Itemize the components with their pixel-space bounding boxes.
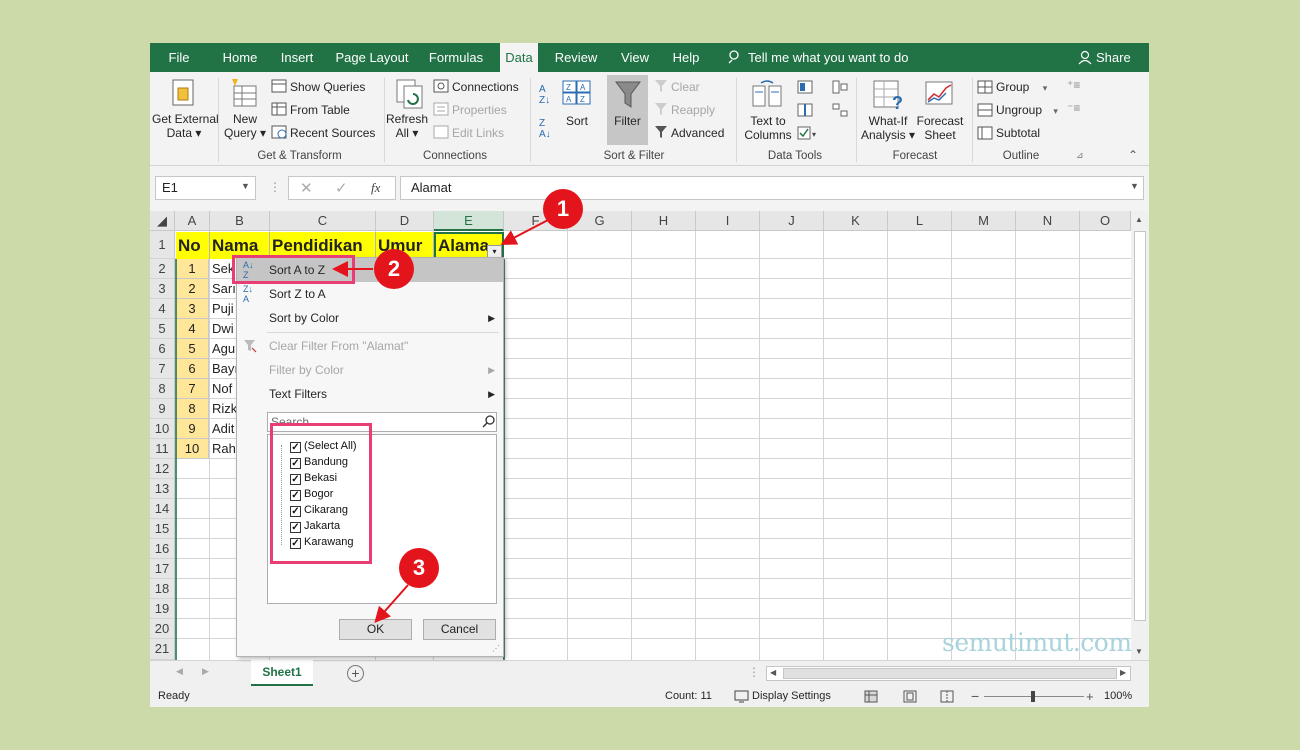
callout-badge-1: 1 [543,189,583,229]
arrow-1 [500,219,549,245]
arrow-3 [374,584,409,623]
callout-badge-3: 3 [399,548,439,588]
watermark: semutimut.com [942,628,1132,657]
callout-badge-2: 2 [374,249,414,289]
